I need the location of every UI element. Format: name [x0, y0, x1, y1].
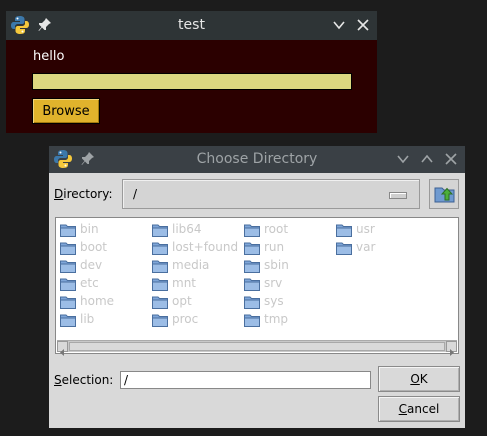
ok-button[interactable]: OK [378, 366, 460, 392]
folder-icon [336, 223, 352, 237]
dropdown-indicator-icon [389, 192, 407, 199]
directory-dropdown[interactable]: / [122, 179, 420, 209]
selection-input[interactable]: / [120, 371, 371, 389]
folder-icon [244, 223, 260, 237]
horizontal-scrollbar[interactable] [57, 340, 457, 356]
dialog-body: Directory: / bin boot dev etc home lib lib64 lo… [49, 173, 465, 428]
folder-icon [244, 295, 260, 309]
chevron-down-icon[interactable] [396, 152, 410, 166]
folder-icon [60, 223, 76, 237]
list-item-label: var [356, 240, 376, 254]
folder-icon [152, 241, 168, 255]
chevron-down-icon[interactable] [332, 18, 346, 32]
test-window-body: hello Browse [6, 40, 377, 133]
folder-icon [152, 223, 168, 237]
browse-button[interactable]: Browse [32, 98, 100, 124]
list-item-label: usr [356, 222, 375, 236]
dialog-titlebar[interactable]: Choose Directory [49, 146, 465, 173]
list-item-label: etc [80, 276, 99, 290]
list-item-label: lib64 [172, 222, 202, 236]
folder-icon [244, 277, 260, 291]
window-title: test [178, 17, 205, 33]
folder-icon [152, 313, 168, 327]
hello-label: hello [33, 49, 65, 64]
folder-icon [60, 277, 76, 291]
chevron-up-icon[interactable] [420, 152, 434, 166]
list-item-label: boot [80, 240, 108, 254]
directory-value: / [133, 187, 138, 201]
test-window: test hello Browse [6, 11, 377, 133]
directory-label: Directory: [54, 187, 113, 201]
cancel-button[interactable]: Cancel [378, 396, 460, 422]
folder-icon [60, 241, 76, 255]
selection-label: Selection: [54, 373, 114, 387]
directory-list[interactable]: bin boot dev etc home lib lib64 lost+found media… [55, 217, 459, 356]
list-item-label: sbin [264, 258, 289, 272]
folder-icon [244, 313, 260, 327]
list-item-label: sys [264, 294, 284, 308]
folder-icon [60, 259, 76, 273]
list-item-label: root [264, 222, 289, 236]
choose-directory-dialog: Choose Directory Directory: / bin boot de [49, 146, 465, 428]
folder-icon [244, 241, 260, 255]
scrollbar-thumb[interactable] [69, 342, 445, 351]
list-item-label: opt [172, 294, 192, 308]
list-item-label: lib [80, 312, 95, 326]
folder-up-button[interactable] [429, 179, 459, 209]
folder-icon [336, 241, 352, 255]
folder-icon [152, 259, 168, 273]
list-item-label: run [264, 240, 285, 254]
list-item-label: bin [80, 222, 99, 236]
list-item-label: proc [172, 312, 199, 326]
scroll-left-icon[interactable] [57, 341, 68, 356]
list-item-label: tmp [264, 312, 289, 326]
close-icon[interactable] [444, 152, 458, 166]
list-item-label: srv [264, 276, 283, 290]
path-entry[interactable] [32, 73, 352, 90]
list-item-label: mnt [172, 276, 196, 290]
list-item-label: dev [80, 258, 103, 272]
folder-icon [60, 295, 76, 309]
folder-up-icon [434, 184, 456, 208]
folder-icon [152, 295, 168, 309]
list-item-label: home [80, 294, 115, 308]
list-item-label: media [172, 258, 210, 272]
folder-icon [60, 313, 76, 327]
close-icon[interactable] [356, 18, 370, 32]
folder-icon [152, 277, 168, 291]
scroll-right-icon[interactable] [446, 341, 457, 356]
folder-icon [244, 259, 260, 273]
list-item-label: lost+found [172, 240, 239, 254]
test-titlebar[interactable]: test [6, 11, 377, 40]
